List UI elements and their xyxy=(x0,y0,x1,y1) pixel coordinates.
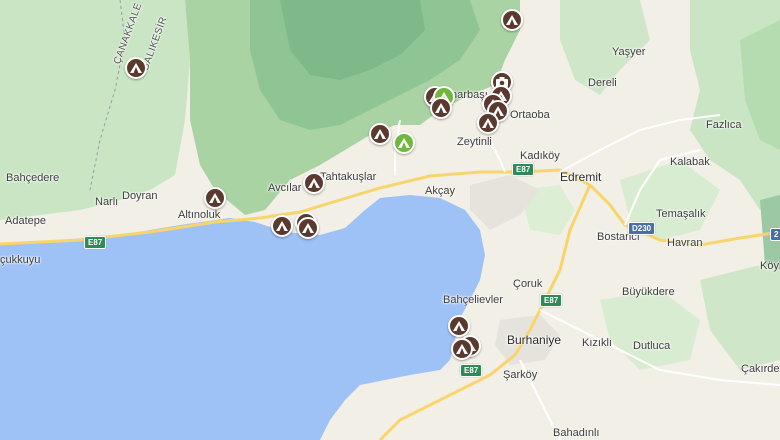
tent-icon xyxy=(435,103,447,113)
place-label-sarkoy: Şarköy xyxy=(503,369,538,381)
campsite-marker[interactable] xyxy=(451,338,473,360)
place-label-kalabak: Kalabak xyxy=(670,156,710,168)
campsite-marker[interactable] xyxy=(501,9,523,31)
place-label-bahadinli: Bahadınlı xyxy=(553,427,600,439)
campsite-marker[interactable] xyxy=(204,187,226,209)
tent-icon xyxy=(209,193,221,203)
place-label-buyukdere: Büyükdere xyxy=(622,286,675,298)
place-label-havran: Havran xyxy=(667,237,703,249)
road-shield-edge: 2 xyxy=(770,228,780,241)
campsite-marker[interactable] xyxy=(448,315,470,337)
road-shield-e87: E87 xyxy=(512,163,535,176)
place-label-yasyer: Yaşyer xyxy=(612,46,646,58)
place-label-edremit: Edremit xyxy=(560,170,602,184)
place-label-kizikli: Kızıklı xyxy=(582,337,612,349)
place-label-koyl: Köyl xyxy=(760,260,780,272)
place-label-bahcelievler: Bahçelievler xyxy=(443,294,503,306)
place-label-coruk: Çoruk xyxy=(513,278,543,290)
place-label-burhaniye: Burhaniye xyxy=(507,333,562,347)
place-label-dereli: Dereli xyxy=(588,77,617,89)
campsite-marker[interactable] xyxy=(271,215,293,237)
place-label-bahcedere: Bahçedere xyxy=(6,172,60,184)
tent-icon xyxy=(482,118,494,128)
tent-icon xyxy=(453,321,465,331)
place-label-adatepe: Adatepe xyxy=(5,215,46,227)
place-label-fazlica: Fazlıca xyxy=(706,119,742,131)
place-label-narli: Narlı xyxy=(95,196,119,208)
tent-icon xyxy=(374,129,386,139)
campsite-marker[interactable] xyxy=(125,57,147,79)
campsite-marker[interactable] xyxy=(430,97,452,119)
tent-icon xyxy=(398,138,410,148)
campsite-marker[interactable] xyxy=(477,112,499,134)
place-label-cukkuyu: çukkuyu xyxy=(0,254,41,266)
place-label-temasalik: Temaşalık xyxy=(656,208,706,220)
map-canvas[interactable]: ÇANAKKALE BALIKESİR Yaşyer Dereli Fazlıc… xyxy=(0,0,780,440)
road-shield-e87: E87 xyxy=(540,294,563,307)
tent-icon xyxy=(506,15,518,25)
place-label-akcay: Akçay xyxy=(425,185,455,197)
place-label-zeytinli: Zeytinli xyxy=(457,136,492,148)
road-shield-e87: E87 xyxy=(460,364,483,377)
place-label-cakirde: Çakırde xyxy=(741,363,780,375)
tent-icon xyxy=(276,221,288,231)
tent-icon xyxy=(130,63,142,73)
place-label-avcilar: Avcılar xyxy=(268,182,302,194)
tent-icon xyxy=(456,344,468,354)
road-shield-d230: D230 xyxy=(628,222,656,235)
map-terrain xyxy=(0,0,780,440)
tent-icon xyxy=(302,223,314,233)
place-label-ortaoba: Ortaoba xyxy=(510,109,550,121)
campsite-marker[interactable] xyxy=(393,132,415,154)
place-label-altinoluk: Altınoluk xyxy=(178,209,221,221)
tent-icon xyxy=(308,178,320,188)
place-label-dutluca: Dutluca xyxy=(633,340,671,352)
place-label-kadikoy: Kadıköy xyxy=(520,150,560,162)
place-label-doyran: Doyran xyxy=(122,190,158,202)
campsite-marker[interactable] xyxy=(303,172,325,194)
road-shield-e87: E87 xyxy=(84,236,107,249)
campsite-marker[interactable] xyxy=(297,217,319,239)
campsite-marker[interactable] xyxy=(369,123,391,145)
place-label-tahtakuslar: Tahtakuşlar xyxy=(320,171,377,183)
